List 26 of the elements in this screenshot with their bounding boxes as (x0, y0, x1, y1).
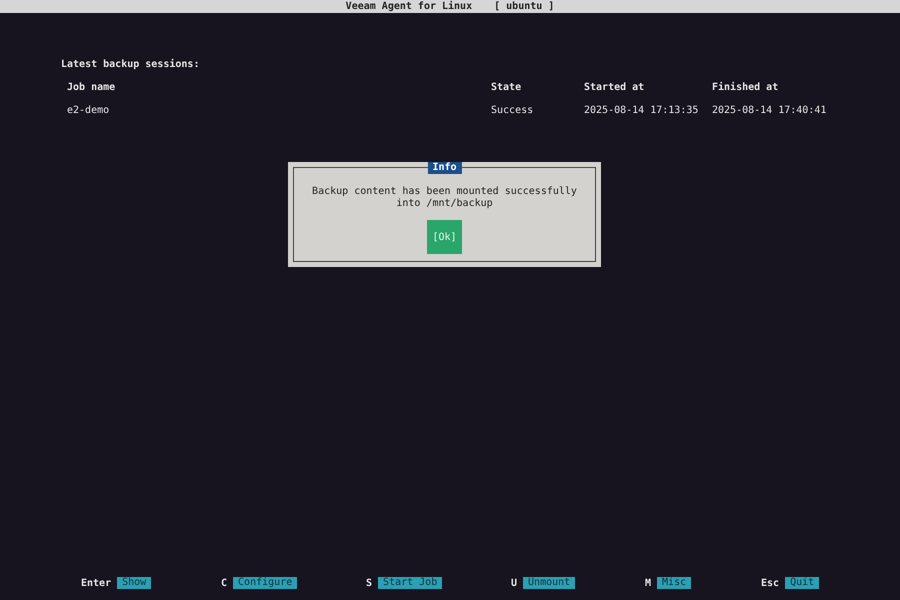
dialog-message: Backup content has been mounted successfully into /mnt/backup (311, 186, 578, 210)
shortcut-action[interactable]: Configure (233, 577, 298, 589)
table-cell-text: 2025-08-14 17:13:35 (584, 105, 700, 116)
shortcut-key: M (645, 578, 652, 588)
table-cell: 2025-08-14 17:40:41 (712, 105, 826, 116)
shortcut-action[interactable]: Start Job (378, 577, 442, 589)
sessions-heading: Latest backup sessions: (61, 59, 200, 70)
table-cell-text: Success (491, 105, 534, 116)
dialog-title: Info (427, 162, 462, 174)
shortcut-key: Esc (761, 578, 780, 588)
column-header: Finished at (712, 82, 780, 93)
column-header: Job name (67, 82, 116, 93)
shortcut-action[interactable]: Quit (785, 577, 820, 589)
shortcut-action[interactable]: Misc (657, 577, 692, 589)
shortcut-key: U (511, 578, 518, 588)
shortcut-key: C (221, 578, 228, 588)
shortcut-action[interactable]: Show (117, 577, 152, 589)
ok-button[interactable]: [Ok] (427, 220, 462, 254)
table-cell-text: e2-demo (67, 105, 110, 116)
column-header: Started at (584, 82, 646, 93)
window-title: Veeam Agent for Linux (346, 0, 472, 13)
host-name: [ ubuntu ] (494, 0, 554, 13)
shortcut-key: Enter (81, 578, 112, 588)
column-header: State (491, 82, 522, 93)
shortcut-action[interactable]: Unmount (523, 577, 576, 589)
shortcut-key: S (366, 578, 372, 588)
